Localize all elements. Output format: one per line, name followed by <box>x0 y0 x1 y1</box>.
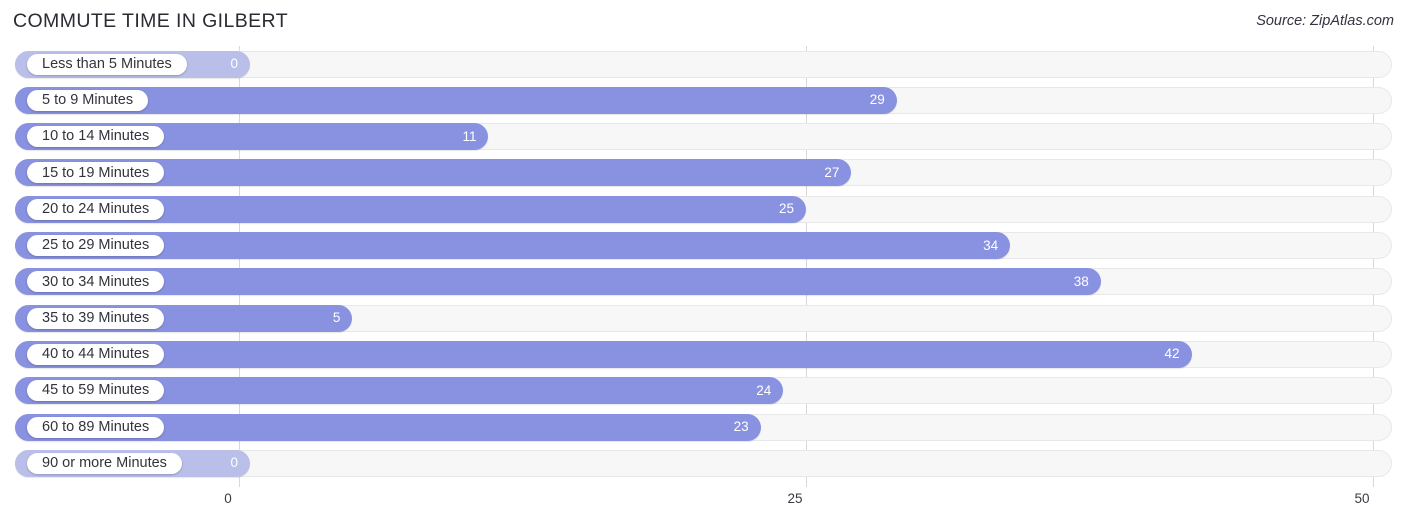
bar-value-label: 0 <box>230 56 238 71</box>
bar-category-label-text: 60 to 89 Minutes <box>42 418 150 435</box>
axis-tick-label: 50 <box>1354 491 1370 506</box>
table-row: 90 or more Minutes 0 <box>0 445 1406 481</box>
bar-category-label: 10 to 14 Minutes <box>27 126 165 148</box>
bar-category-label-text: 10 to 14 Minutes <box>42 128 150 145</box>
bar-category-label-text: 15 to 19 Minutes <box>42 164 150 181</box>
table-row: 10 to 14 Minutes 11 <box>0 119 1406 155</box>
bar[interactable] <box>15 268 1101 296</box>
bar-value-label: 29 <box>869 92 885 108</box>
bar-value-label: 11 <box>462 128 477 144</box>
table-row: Less than 5 Minutes 0 <box>0 46 1406 82</box>
bar-value-label: 42 <box>1164 346 1180 362</box>
bar-value-label: 27 <box>824 164 840 180</box>
bar-category-label: 35 to 39 Minutes <box>27 307 165 329</box>
bar-category-label: 45 to 59 Minutes <box>27 380 165 402</box>
bar-value-label: 5 <box>332 310 341 326</box>
bar-category-label-text: Less than 5 Minutes <box>42 55 172 72</box>
bar-category-label: 5 to 9 Minutes <box>27 89 149 111</box>
table-row: 40 to 44 Minutes 42 <box>0 336 1406 372</box>
bar-category-label-text: 5 to 9 Minutes <box>42 92 134 109</box>
table-row: 35 to 39 Minutes 5 <box>0 300 1406 336</box>
axis-tick-label: 0 <box>224 491 232 506</box>
bar-value-label: 25 <box>778 201 794 217</box>
bar-category-label: 40 to 44 Minutes <box>27 343 165 365</box>
bar-category-label: 60 to 89 Minutes <box>27 416 165 438</box>
table-row: 25 to 29 Minutes 34 <box>0 228 1406 264</box>
bar-category-label-text: 45 to 59 Minutes <box>42 382 150 399</box>
bar-category-label: 30 to 34 Minutes <box>27 271 165 293</box>
x-axis: 0 25 50 <box>0 487 1406 523</box>
chart-header: COMMUTE TIME IN GILBERT Source: ZipAtlas… <box>0 0 1406 46</box>
table-row: 45 to 59 Minutes 24 <box>0 373 1406 409</box>
table-row: 15 to 19 Minutes 27 <box>0 155 1406 191</box>
bar-category-label-text: 30 to 34 Minutes <box>42 273 150 290</box>
page-title: COMMUTE TIME IN GILBERT <box>13 10 289 32</box>
table-row: 30 to 34 Minutes 38 <box>0 264 1406 300</box>
table-row: 5 to 9 Minutes 29 <box>0 82 1406 118</box>
table-row: 60 to 89 Minutes 23 <box>0 409 1406 445</box>
bar-category-label-text: 90 or more Minutes <box>42 455 167 472</box>
commute-time-bar-chart: COMMUTE TIME IN GILBERT Source: ZipAtlas… <box>0 0 1406 523</box>
bar-category-label: Less than 5 Minutes <box>27 53 187 75</box>
bar-category-label: 25 to 29 Minutes <box>27 235 165 256</box>
bar-category-label: 90 or more Minutes <box>27 452 182 474</box>
bar-value-label: 0 <box>230 455 238 471</box>
table-row: 20 to 24 Minutes 25 <box>0 191 1406 227</box>
bar-value-label: 34 <box>983 237 999 253</box>
axis-tick-label: 25 <box>787 491 803 506</box>
plot-area: Less than 5 Minutes 0 5 to 9 Minutes 29 10 t… <box>0 46 1406 487</box>
bar[interactable] <box>15 340 1192 368</box>
bar-category-label-text: 40 to 44 Minutes <box>42 346 150 363</box>
bar-category-label-text: 35 to 39 Minutes <box>42 309 150 326</box>
bar-category-label-text: 25 to 29 Minutes <box>42 237 150 254</box>
bar-category-label-text: 20 to 24 Minutes <box>42 200 150 217</box>
bar-category-label: 15 to 19 Minutes <box>27 162 165 184</box>
source-attribution: Source: ZipAtlas.com <box>1256 13 1394 29</box>
bar-value-label: 38 <box>1073 273 1089 289</box>
bar-value-label: 23 <box>733 419 749 434</box>
bar-category-label: 20 to 24 Minutes <box>27 198 165 220</box>
bar[interactable] <box>15 232 1011 259</box>
bar-value-label: 24 <box>756 382 772 398</box>
